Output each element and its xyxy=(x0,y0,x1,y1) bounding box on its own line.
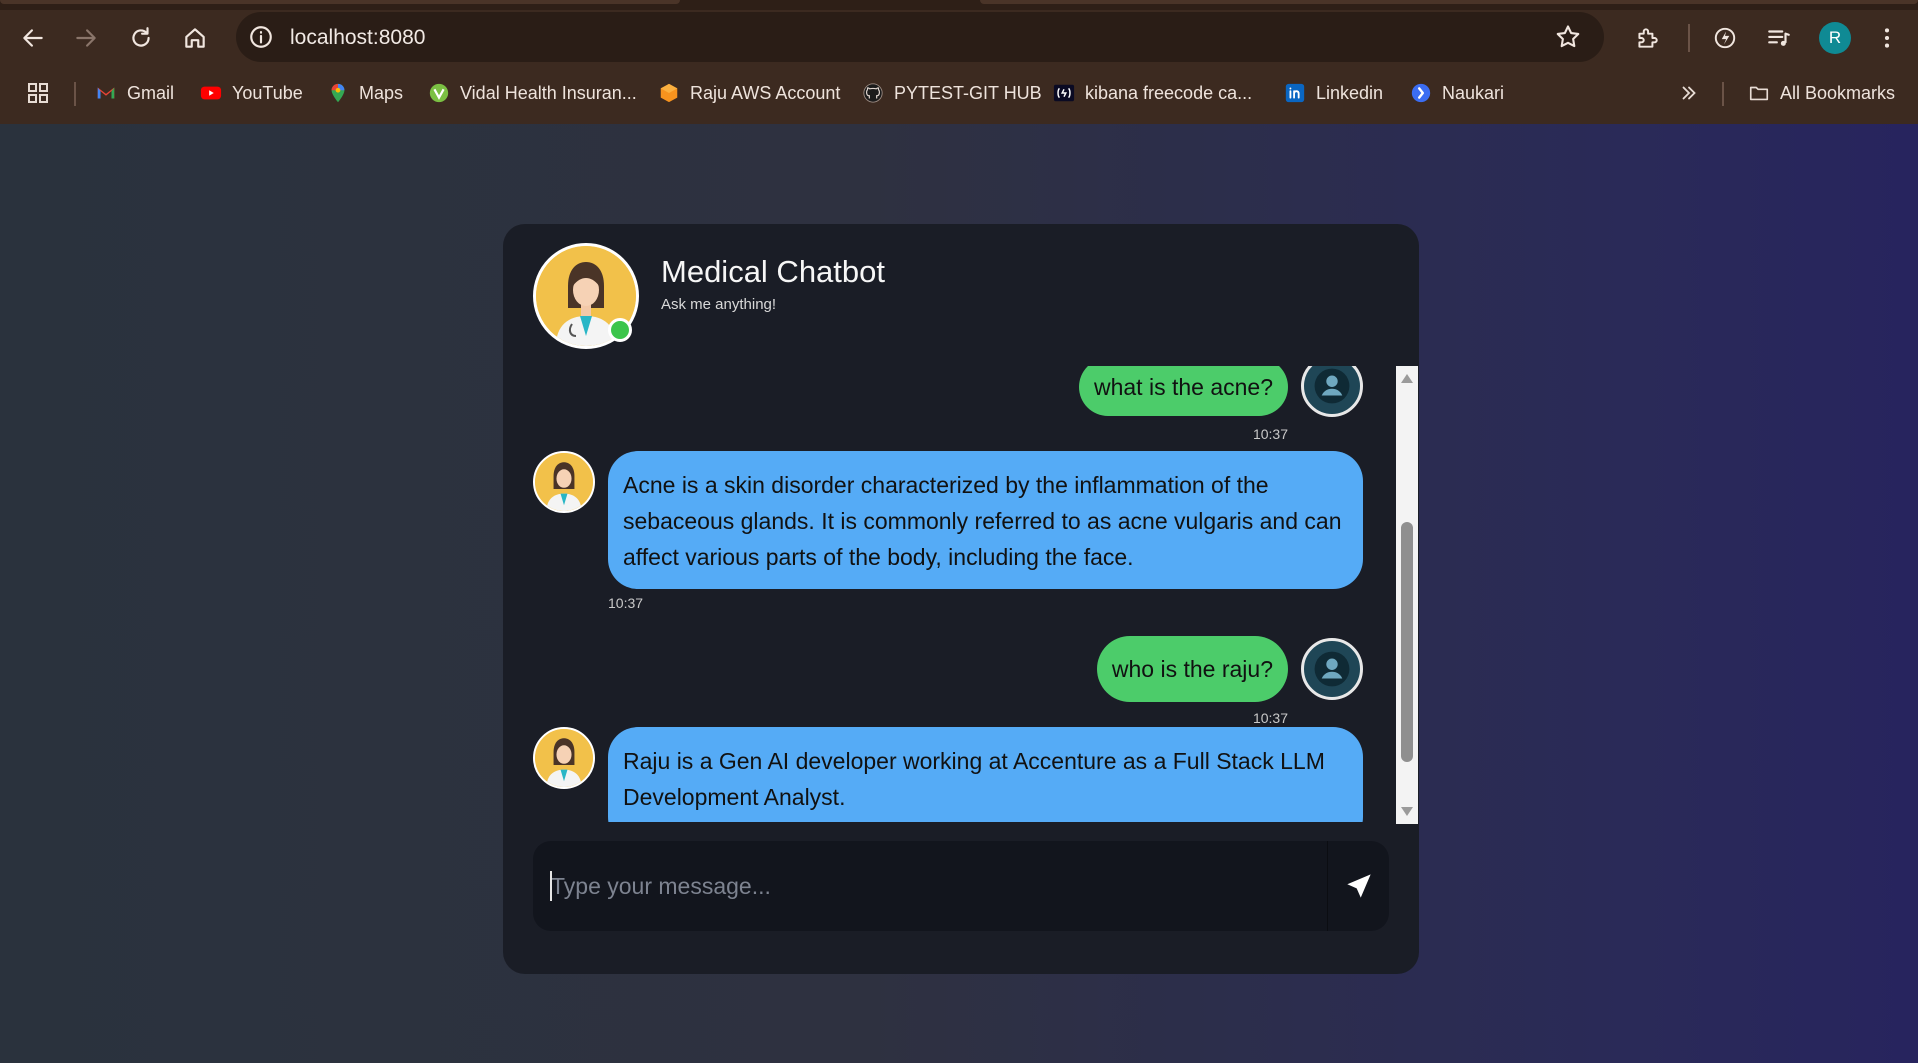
page-background: Medical Chatbot Ask me anything! what is… xyxy=(0,124,1918,1063)
bot-message-avatar xyxy=(533,727,595,789)
chevron-double-right-icon xyxy=(1682,86,1696,100)
media-control-button[interactable] xyxy=(1760,19,1798,57)
user-avatar xyxy=(1301,638,1363,700)
linkedin-icon xyxy=(1285,83,1305,103)
address-bar[interactable]: localhost:8080 xyxy=(236,12,1604,62)
bookmark-label: PYTEST-GIT HUB xyxy=(894,82,1042,103)
message-list-scrollbar[interactable] xyxy=(1396,366,1418,824)
bookmark-maps[interactable]: Maps xyxy=(327,78,403,108)
message-list[interactable]: what is the acne? 10:37 Acne is a skin d… xyxy=(533,366,1363,822)
bookmark-youtube[interactable]: YouTube xyxy=(200,78,303,108)
browser-menu-button[interactable] xyxy=(1868,19,1906,57)
message-input[interactable] xyxy=(547,863,1337,909)
reload-icon xyxy=(132,27,150,47)
bookmark-label: Vidal Health Insuran... xyxy=(460,82,637,103)
forward-icon xyxy=(76,29,96,47)
bookmark-label: Linkedin xyxy=(1316,82,1384,103)
bookmark-label: Raju AWS Account xyxy=(690,82,841,103)
scroll-down-arrow-icon[interactable] xyxy=(1401,807,1413,816)
message-timestamp: 10:37 xyxy=(1252,710,1288,726)
message-timestamp: 10:37 xyxy=(608,595,644,611)
folder-icon xyxy=(1749,86,1769,101)
bookmark-aws[interactable]: Raju AWS Account xyxy=(658,78,840,108)
bookmark-freecodecamp[interactable]: kibana freecode ca... xyxy=(1053,78,1252,108)
user-message-bubble: what is the acne? xyxy=(1078,366,1288,416)
message-composer xyxy=(533,841,1389,931)
bookmark-linkedin[interactable]: Linkedin xyxy=(1284,78,1383,108)
url-text[interactable]: localhost:8080 xyxy=(290,26,425,50)
profile-avatar[interactable]: R xyxy=(1819,22,1851,54)
bookmarks-divider xyxy=(1722,82,1724,106)
user-icon xyxy=(1314,651,1350,687)
github-icon xyxy=(863,83,883,103)
bot-message-bubble: Acne is a skin disorder characterized by… xyxy=(608,451,1363,589)
chat-title: Medical Chatbot xyxy=(661,254,886,289)
bookmark-label: Naukari xyxy=(1442,82,1505,103)
freecodecamp-icon xyxy=(1053,84,1075,102)
media-control-icon xyxy=(1768,30,1790,46)
scroll-up-arrow-icon[interactable] xyxy=(1401,374,1413,383)
maps-icon xyxy=(331,83,345,103)
all-bookmarks-button[interactable]: All Bookmarks xyxy=(1748,78,1895,108)
bookmark-vidal[interactable]: Vidal Health Insuran... xyxy=(428,78,637,108)
bot-message-bubble: Raju is a Gen AI developer working at Ac… xyxy=(608,727,1363,822)
vidal-icon xyxy=(429,83,449,103)
extensions-icon xyxy=(1638,28,1658,48)
bookmark-label: kibana freecode ca... xyxy=(1085,82,1253,103)
send-icon xyxy=(1346,874,1371,898)
performance-icon xyxy=(1714,27,1736,49)
forward-button[interactable] xyxy=(67,19,105,57)
reload-button[interactable] xyxy=(122,19,160,57)
bookmarks-bar: Gmail YouTube Maps Vidal Health Insuran.… xyxy=(0,72,1918,114)
chat-card: Medical Chatbot Ask me anything! what is… xyxy=(503,224,1419,974)
back-icon xyxy=(23,29,43,47)
all-bookmarks-label: All Bookmarks xyxy=(1780,82,1896,103)
performance-button[interactable] xyxy=(1706,19,1744,57)
apps-button[interactable] xyxy=(26,78,50,108)
user-message-bubble: who is the raju? xyxy=(1096,636,1288,702)
bookmark-label: Maps xyxy=(359,82,404,103)
bookmarks-divider xyxy=(74,82,76,106)
menu-icon xyxy=(1884,28,1890,48)
bookmark-naukari[interactable]: Naukari xyxy=(1410,78,1504,108)
chat-subtitle: Ask me anything! xyxy=(661,296,777,313)
gmail-icon xyxy=(97,87,115,99)
tab-edge[interactable] xyxy=(0,0,680,4)
scrollbar-thumb[interactable] xyxy=(1401,522,1413,762)
message-timestamp: 10:37 xyxy=(1252,426,1288,442)
bookmark-gmail[interactable]: Gmail xyxy=(95,78,174,108)
user-avatar xyxy=(1301,366,1363,417)
site-info-icon[interactable] xyxy=(248,24,274,50)
apps-grid-icon xyxy=(28,83,48,103)
home-icon xyxy=(185,28,205,48)
toolbar-divider xyxy=(1688,24,1690,52)
doctor-icon xyxy=(535,729,593,787)
tab-edge[interactable] xyxy=(980,0,1918,4)
browser-chrome: localhost:8080 R Gmail YouTube Maps Vida… xyxy=(0,0,1918,124)
text-caret xyxy=(550,871,552,901)
aws-icon xyxy=(660,83,678,103)
tab-strip xyxy=(0,0,1918,10)
online-status-dot xyxy=(608,318,632,342)
more-bookmarks-button[interactable] xyxy=(1678,78,1700,108)
extensions-button[interactable] xyxy=(1628,19,1666,57)
naukri-icon xyxy=(1411,83,1431,103)
bookmark-label: Gmail xyxy=(127,82,175,103)
user-icon xyxy=(1314,368,1350,404)
doctor-icon xyxy=(535,453,593,511)
bookmark-github[interactable]: PYTEST-GIT HUB xyxy=(862,78,1042,108)
bookmark-label: YouTube xyxy=(232,82,303,103)
bookmark-star-icon[interactable] xyxy=(1554,23,1582,51)
bot-message-avatar xyxy=(533,451,595,513)
youtube-icon xyxy=(200,86,222,100)
send-button[interactable] xyxy=(1327,841,1389,931)
home-button[interactable] xyxy=(176,19,214,57)
back-button[interactable] xyxy=(14,19,52,57)
